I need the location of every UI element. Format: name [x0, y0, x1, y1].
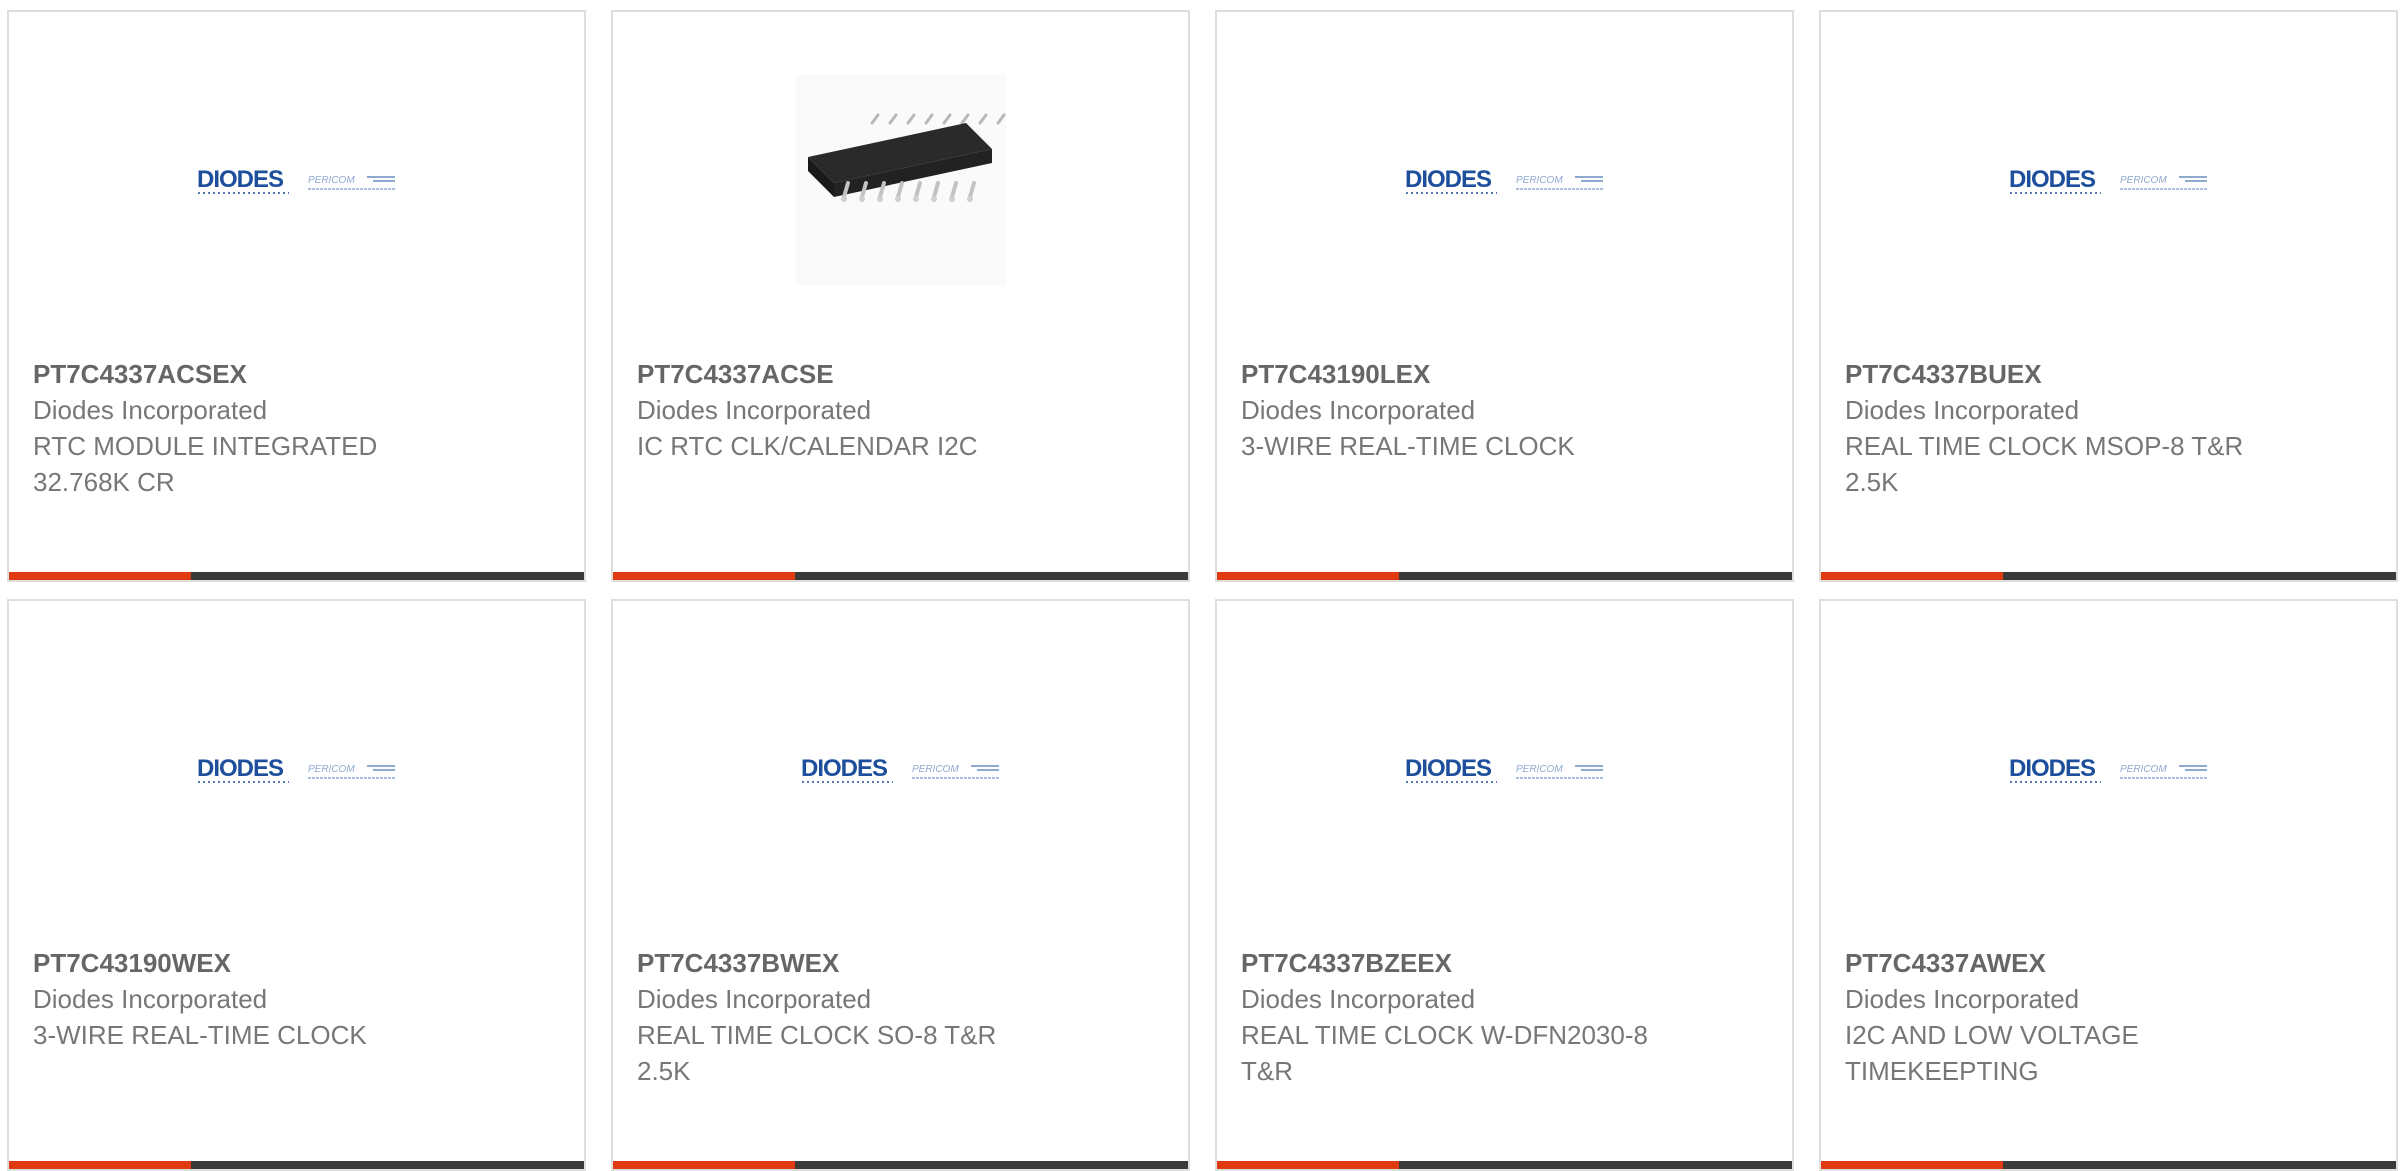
- manufacturer-name: Diodes Incorporated: [637, 395, 872, 425]
- diodes-pericom-logo: DIODES PERICOM: [2009, 756, 2209, 786]
- card-bottom-bar: [1217, 1161, 1792, 1169]
- product-card[interactable]: DIODES PERICOM PT7C4337AWEX Diodes Incorp…: [1819, 599, 2398, 1171]
- card-bottom-bar: [1217, 572, 1792, 580]
- product-description: 3-WIRE REAL-TIME CLOCK: [33, 1020, 367, 1050]
- card-bottom-bar: [1821, 1161, 2396, 1169]
- product-image[interactable]: [613, 12, 1188, 352]
- svg-text:PERICOM: PERICOM: [1516, 764, 1563, 775]
- svg-text:PERICOM: PERICOM: [2120, 175, 2167, 186]
- card-accent-bar: [1217, 1161, 1399, 1169]
- product-image[interactable]: DIODES PERICOM: [1821, 601, 2396, 941]
- card-accent-bar: [9, 1161, 191, 1169]
- diodes-pericom-logo: DIODES PERICOM: [1405, 756, 1605, 786]
- product-card[interactable]: DIODES PERICOM PT7C43190WEX Diodes Incorp…: [7, 599, 586, 1171]
- manufacturer-name: Diodes Incorporated: [1845, 984, 2080, 1014]
- svg-text:DIODES: DIODES: [197, 756, 284, 782]
- card-bottom-bar: [9, 1161, 584, 1169]
- svg-text:PERICOM: PERICOM: [308, 175, 355, 186]
- card-bottom-bar: [613, 1161, 1188, 1169]
- card-bottom-bar: [613, 572, 1188, 580]
- part-number-link[interactable]: PT7C4337BWEX: [637, 945, 1164, 981]
- card-accent-bar: [613, 1161, 795, 1169]
- product-description: REAL TIME CLOCK MSOP-8 T&R 2.5K: [1845, 431, 2244, 497]
- product-image[interactable]: DIODES PERICOM: [1217, 12, 1792, 352]
- card-bottom-bar: [9, 572, 584, 580]
- product-description: IC RTC CLK/CALENDAR I2C: [637, 431, 978, 461]
- product-card[interactable]: PT7C4337ACSE Diodes Incorporated IC RTC …: [611, 10, 1190, 582]
- product-card[interactable]: DIODES PERICOM PT7C4337BUEX Diodes Incorp…: [1819, 10, 2398, 582]
- svg-text:DIODES: DIODES: [2009, 167, 2096, 193]
- product-card[interactable]: DIODES PERICOM PT7C4337ACSEX Diodes Incor…: [7, 10, 586, 582]
- diodes-pericom-logo: DIODES PERICOM: [1405, 167, 1605, 197]
- product-image[interactable]: DIODES PERICOM: [9, 601, 584, 941]
- manufacturer-name: Diodes Incorporated: [33, 395, 268, 425]
- product-image[interactable]: DIODES PERICOM: [1821, 12, 2396, 352]
- part-number-link[interactable]: PT7C4337BUEX: [1845, 356, 2372, 392]
- card-bottom-bar: [1821, 572, 2396, 580]
- diodes-pericom-logo: DIODES PERICOM: [197, 167, 397, 197]
- product-description: REAL TIME CLOCK SO-8 T&R 2.5K: [637, 1020, 997, 1086]
- part-number-link[interactable]: PT7C43190LEX: [1241, 356, 1768, 392]
- manufacturer-name: Diodes Incorporated: [1845, 395, 2080, 425]
- manufacturer-name: Diodes Incorporated: [1241, 395, 1476, 425]
- product-card[interactable]: DIODES PERICOM PT7C4337BWEX Diodes Incorp…: [611, 599, 1190, 1171]
- svg-text:DIODES: DIODES: [801, 756, 888, 782]
- soic-chip-image: [795, 74, 1006, 290]
- manufacturer-name: Diodes Incorporated: [33, 984, 268, 1014]
- diodes-pericom-logo: DIODES PERICOM: [2009, 167, 2209, 197]
- part-number-link[interactable]: PT7C4337ACSEX: [33, 356, 560, 392]
- part-number-link[interactable]: PT7C4337ACSE: [637, 356, 1164, 392]
- svg-text:PERICOM: PERICOM: [1516, 175, 1563, 186]
- product-grid: DIODES PERICOM PT7C4337ACSEX Diodes Incor…: [0, 0, 2400, 1171]
- product-description: I2C AND LOW VOLTAGE TIMEKEEPTING: [1845, 1020, 2139, 1086]
- svg-text:PERICOM: PERICOM: [912, 764, 959, 775]
- diodes-pericom-logo: DIODES PERICOM: [801, 756, 1001, 786]
- card-accent-bar: [613, 572, 795, 580]
- part-number-link[interactable]: PT7C4337AWEX: [1845, 945, 2372, 981]
- manufacturer-name: Diodes Incorporated: [637, 984, 872, 1014]
- svg-text:DIODES: DIODES: [1405, 167, 1492, 193]
- svg-text:DIODES: DIODES: [197, 167, 284, 193]
- card-accent-bar: [9, 572, 191, 580]
- manufacturer-name: Diodes Incorporated: [1241, 984, 1476, 1014]
- svg-text:DIODES: DIODES: [1405, 756, 1492, 782]
- product-image[interactable]: DIODES PERICOM: [613, 601, 1188, 941]
- part-number-link[interactable]: PT7C43190WEX: [33, 945, 560, 981]
- svg-text:PERICOM: PERICOM: [2120, 764, 2167, 775]
- part-number-link[interactable]: PT7C4337BZEEX: [1241, 945, 1768, 981]
- product-image[interactable]: DIODES PERICOM: [1217, 601, 1792, 941]
- card-accent-bar: [1821, 572, 2003, 580]
- product-description: RTC MODULE INTEGRATED 32.768K CR: [33, 431, 378, 497]
- svg-text:PERICOM: PERICOM: [308, 764, 355, 775]
- product-description: 3-WIRE REAL-TIME CLOCK: [1241, 431, 1575, 461]
- svg-text:DIODES: DIODES: [2009, 756, 2096, 782]
- product-description: REAL TIME CLOCK W-DFN2030-8 T&R: [1241, 1020, 1648, 1086]
- diodes-pericom-logo: DIODES PERICOM: [197, 756, 397, 786]
- card-accent-bar: [1217, 572, 1399, 580]
- card-accent-bar: [1821, 1161, 2003, 1169]
- product-card[interactable]: DIODES PERICOM PT7C43190LEX Diodes Incorp…: [1215, 10, 1794, 582]
- product-card[interactable]: DIODES PERICOM PT7C4337BZEEX Diodes Incor…: [1215, 599, 1794, 1171]
- product-image[interactable]: DIODES PERICOM: [9, 12, 584, 352]
